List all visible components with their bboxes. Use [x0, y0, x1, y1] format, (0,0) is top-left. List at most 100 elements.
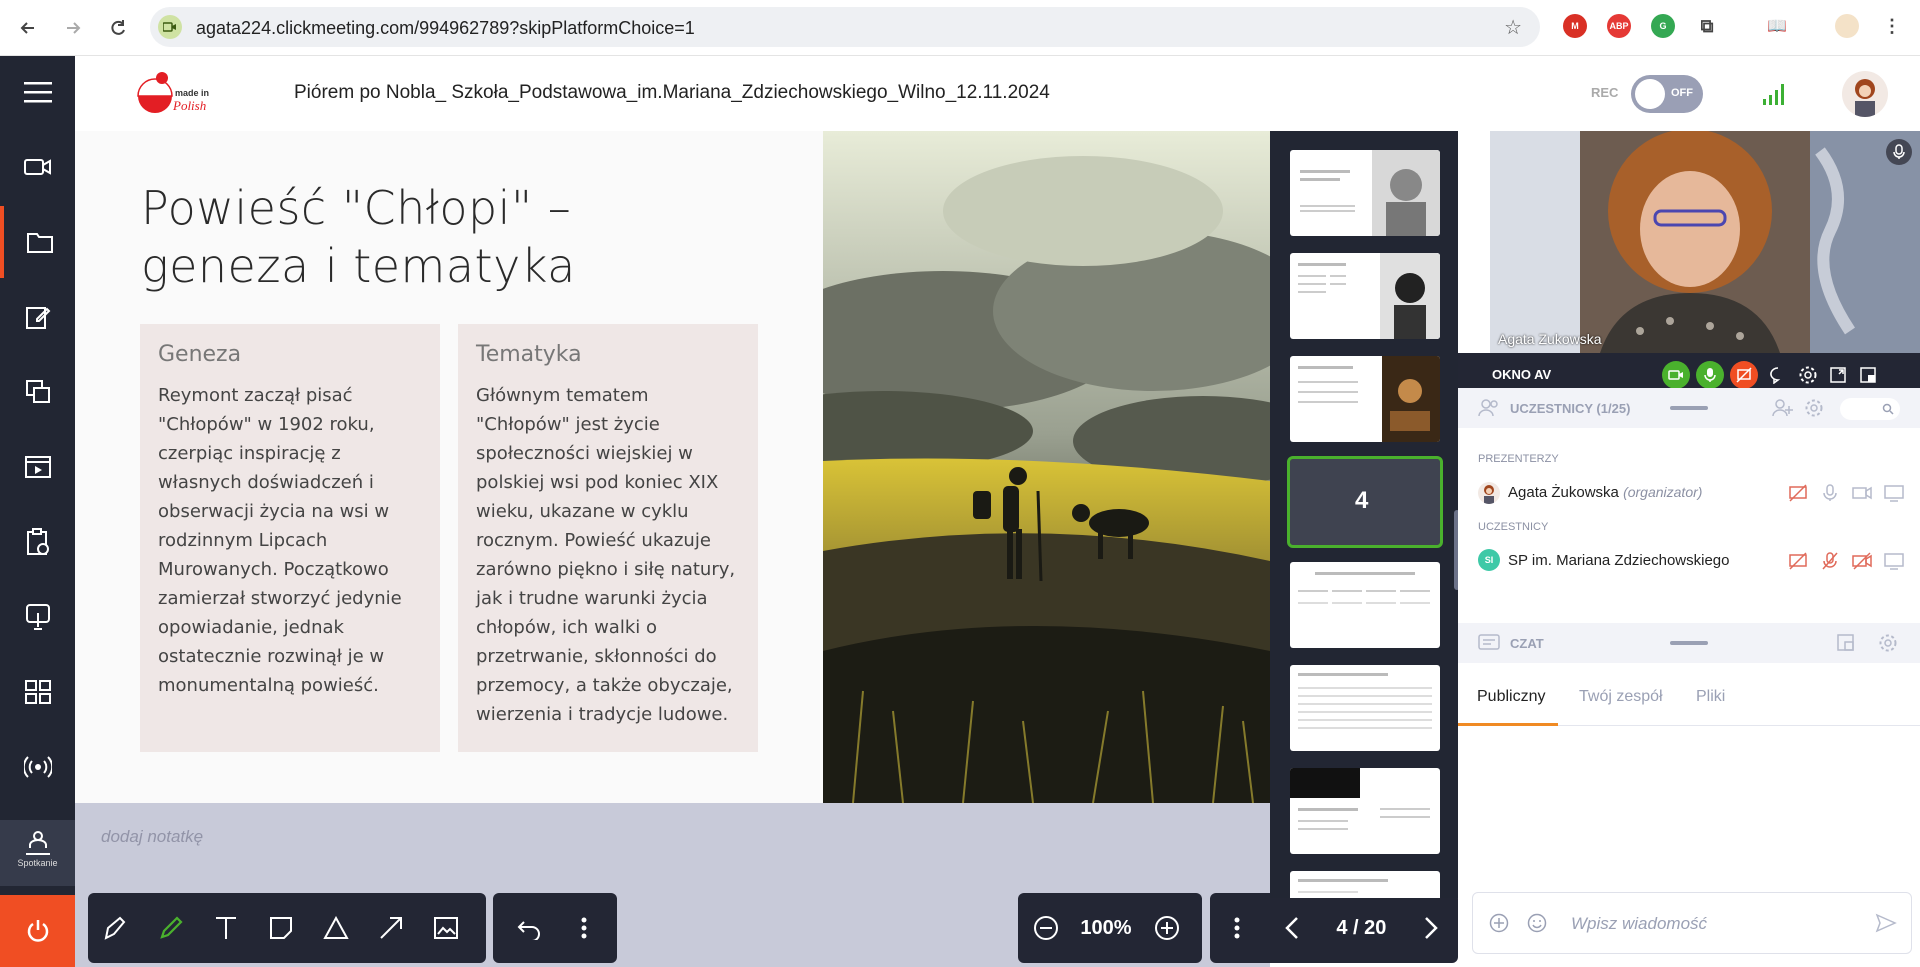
participant-row[interactable]: SI SP im. Mariana Zdziechowskiego [1478, 547, 1908, 575]
notes-input[interactable]: dodaj notatkę [101, 827, 203, 847]
tag-icon[interactable]: G [1651, 14, 1675, 38]
slide-thumbnail[interactable] [1290, 253, 1440, 339]
attach-plus-icon[interactable] [1489, 913, 1509, 938]
user-avatar[interactable] [1842, 71, 1888, 117]
send-icon[interactable] [1875, 913, 1897, 938]
browser-toolbar: agata224.clickmeeting.com/994962789?skip… [0, 0, 1920, 56]
slide-thumbnail[interactable] [1290, 150, 1440, 236]
slide-thumbnail[interactable] [1290, 871, 1440, 898]
profile-avatar[interactable] [1835, 14, 1859, 38]
resize-handle[interactable] [1670, 641, 1708, 645]
tab-public[interactable]: Publiczny [1477, 688, 1545, 706]
tab-team[interactable]: Twój zespół [1579, 688, 1663, 706]
chat-settings-icon[interactable] [1878, 633, 1898, 658]
chat-bubble-icon[interactable] [1764, 361, 1792, 389]
chat-icon [1478, 633, 1500, 658]
mic-toggle-icon[interactable] [1696, 361, 1724, 389]
site-info-icon[interactable] [158, 15, 182, 39]
camera-off-icon[interactable] [1852, 551, 1872, 571]
chat-message-field[interactable]: Wpisz wiadomość [1472, 892, 1912, 954]
participants-header[interactable]: UCZESTNICY (1/25) [1458, 388, 1920, 428]
address-bar[interactable]: agata224.clickmeeting.com/994962789?skip… [150, 7, 1540, 47]
pointer-tool-icon[interactable] [88, 893, 143, 963]
video-mic-icon[interactable] [1886, 139, 1912, 165]
popout-icon[interactable] [1854, 361, 1882, 389]
camera-toggle-icon[interactable] [1662, 361, 1690, 389]
previous-page-icon[interactable] [1265, 893, 1320, 963]
settings-gear-icon[interactable] [1794, 361, 1822, 389]
participants-settings-icon[interactable] [1804, 398, 1824, 423]
back-icon[interactable] [12, 12, 44, 44]
signal-strength-icon[interactable] [1762, 82, 1786, 106]
power-button[interactable] [0, 895, 75, 967]
edit-icon[interactable] [0, 281, 75, 353]
slide-thumbnail[interactable] [1290, 665, 1440, 751]
participants-title: UCZESTNICY (1/25) [1510, 401, 1631, 416]
zoom-toolbar: 100% [1018, 893, 1202, 963]
survey-icon[interactable] [0, 506, 75, 578]
resize-handle[interactable] [1670, 406, 1708, 410]
rec-toggle-state: OFF [1671, 87, 1693, 99]
camera-icon[interactable] [1852, 483, 1872, 503]
av-window-label: OKNO AV [1492, 367, 1552, 382]
video-player-icon[interactable] [0, 431, 75, 503]
gmail-icon[interactable]: M [1563, 14, 1587, 38]
shape-tool-icon[interactable] [308, 893, 363, 963]
genesis-card-title: Geneza [158, 342, 242, 367]
chat-input[interactable]: Wpisz wiadomość [1571, 914, 1707, 934]
puzzle-icon[interactable]: ⧉ [1695, 14, 1719, 38]
participant-avatar [1478, 482, 1500, 504]
whiteboard-icon[interactable] [0, 581, 75, 653]
sticky-note-icon[interactable] [253, 893, 308, 963]
rec-toggle[interactable]: OFF [1631, 75, 1703, 113]
screen-share-off-icon[interactable] [1730, 361, 1758, 389]
slide-thumbnail[interactable] [1290, 562, 1440, 648]
screen-share-icon[interactable] [0, 356, 75, 428]
fullscreen-icon[interactable] [1824, 361, 1852, 389]
slide-thumbnails: 4 [1270, 131, 1458, 898]
screen-share-off-icon[interactable] [1788, 483, 1808, 503]
forward-icon[interactable] [57, 12, 89, 44]
slide-thumbnail[interactable] [1290, 768, 1440, 854]
reload-icon[interactable] [102, 12, 134, 44]
chat-header[interactable]: CZAT [1458, 623, 1920, 663]
zoom-out-icon[interactable] [1018, 893, 1073, 963]
text-tool-icon[interactable] [198, 893, 253, 963]
chat-popout-icon[interactable] [1836, 633, 1856, 658]
tab-files[interactable]: Pliki [1696, 688, 1725, 706]
undo-icon[interactable] [501, 893, 556, 963]
screen-share-off-icon[interactable] [1788, 551, 1808, 571]
apps-grid-icon[interactable] [0, 656, 75, 728]
menu-icon[interactable]: ⋮ [1880, 14, 1904, 38]
slide-thumbnail-current[interactable]: 4 [1287, 456, 1443, 548]
page-options-icon[interactable] [1210, 893, 1265, 963]
camera-icon[interactable] [0, 131, 75, 203]
folder-icon[interactable] [0, 206, 75, 278]
themes-card-title: Tematyka [476, 342, 582, 367]
participant-row[interactable]: Agata Żukowska (organizator) [1478, 479, 1908, 507]
emoji-icon[interactable] [1527, 913, 1547, 938]
zoom-in-icon[interactable] [1139, 893, 1194, 963]
image-tool-icon[interactable] [418, 893, 473, 963]
adblock-icon[interactable]: ABP [1607, 14, 1631, 38]
right-panel: Agata Zukowska OKNO AV UCZESTNICY (1/25)… [1458, 131, 1920, 967]
add-participant-icon[interactable] [1772, 398, 1794, 423]
monitor-icon[interactable] [1884, 551, 1904, 571]
mic-off-icon[interactable] [1820, 551, 1840, 571]
mic-icon[interactable] [1820, 483, 1840, 503]
hamburger-menu-icon[interactable] [0, 56, 75, 128]
reading-list-icon[interactable]: 📖 [1765, 14, 1789, 38]
arrow-tool-icon[interactable] [363, 893, 418, 963]
slide-thumbnail[interactable] [1290, 356, 1440, 442]
next-page-icon[interactable] [1403, 893, 1458, 963]
pencil-tool-icon[interactable] [143, 893, 198, 963]
bookmark-star-icon[interactable]: ☆ [1504, 15, 1522, 40]
undo-toolbar [493, 893, 617, 963]
participants-search[interactable] [1840, 398, 1900, 420]
themes-card: Tematyka Głównym tematem "Chłopów" jest … [458, 324, 758, 752]
monitor-icon[interactable] [1884, 483, 1904, 503]
more-options-icon[interactable] [556, 893, 611, 963]
chat-tabs: Publiczny Twój zespół Pliki [1458, 666, 1920, 726]
meeting-button[interactable]: Spotkanie [0, 820, 75, 886]
broadcast-icon[interactable] [0, 731, 75, 803]
